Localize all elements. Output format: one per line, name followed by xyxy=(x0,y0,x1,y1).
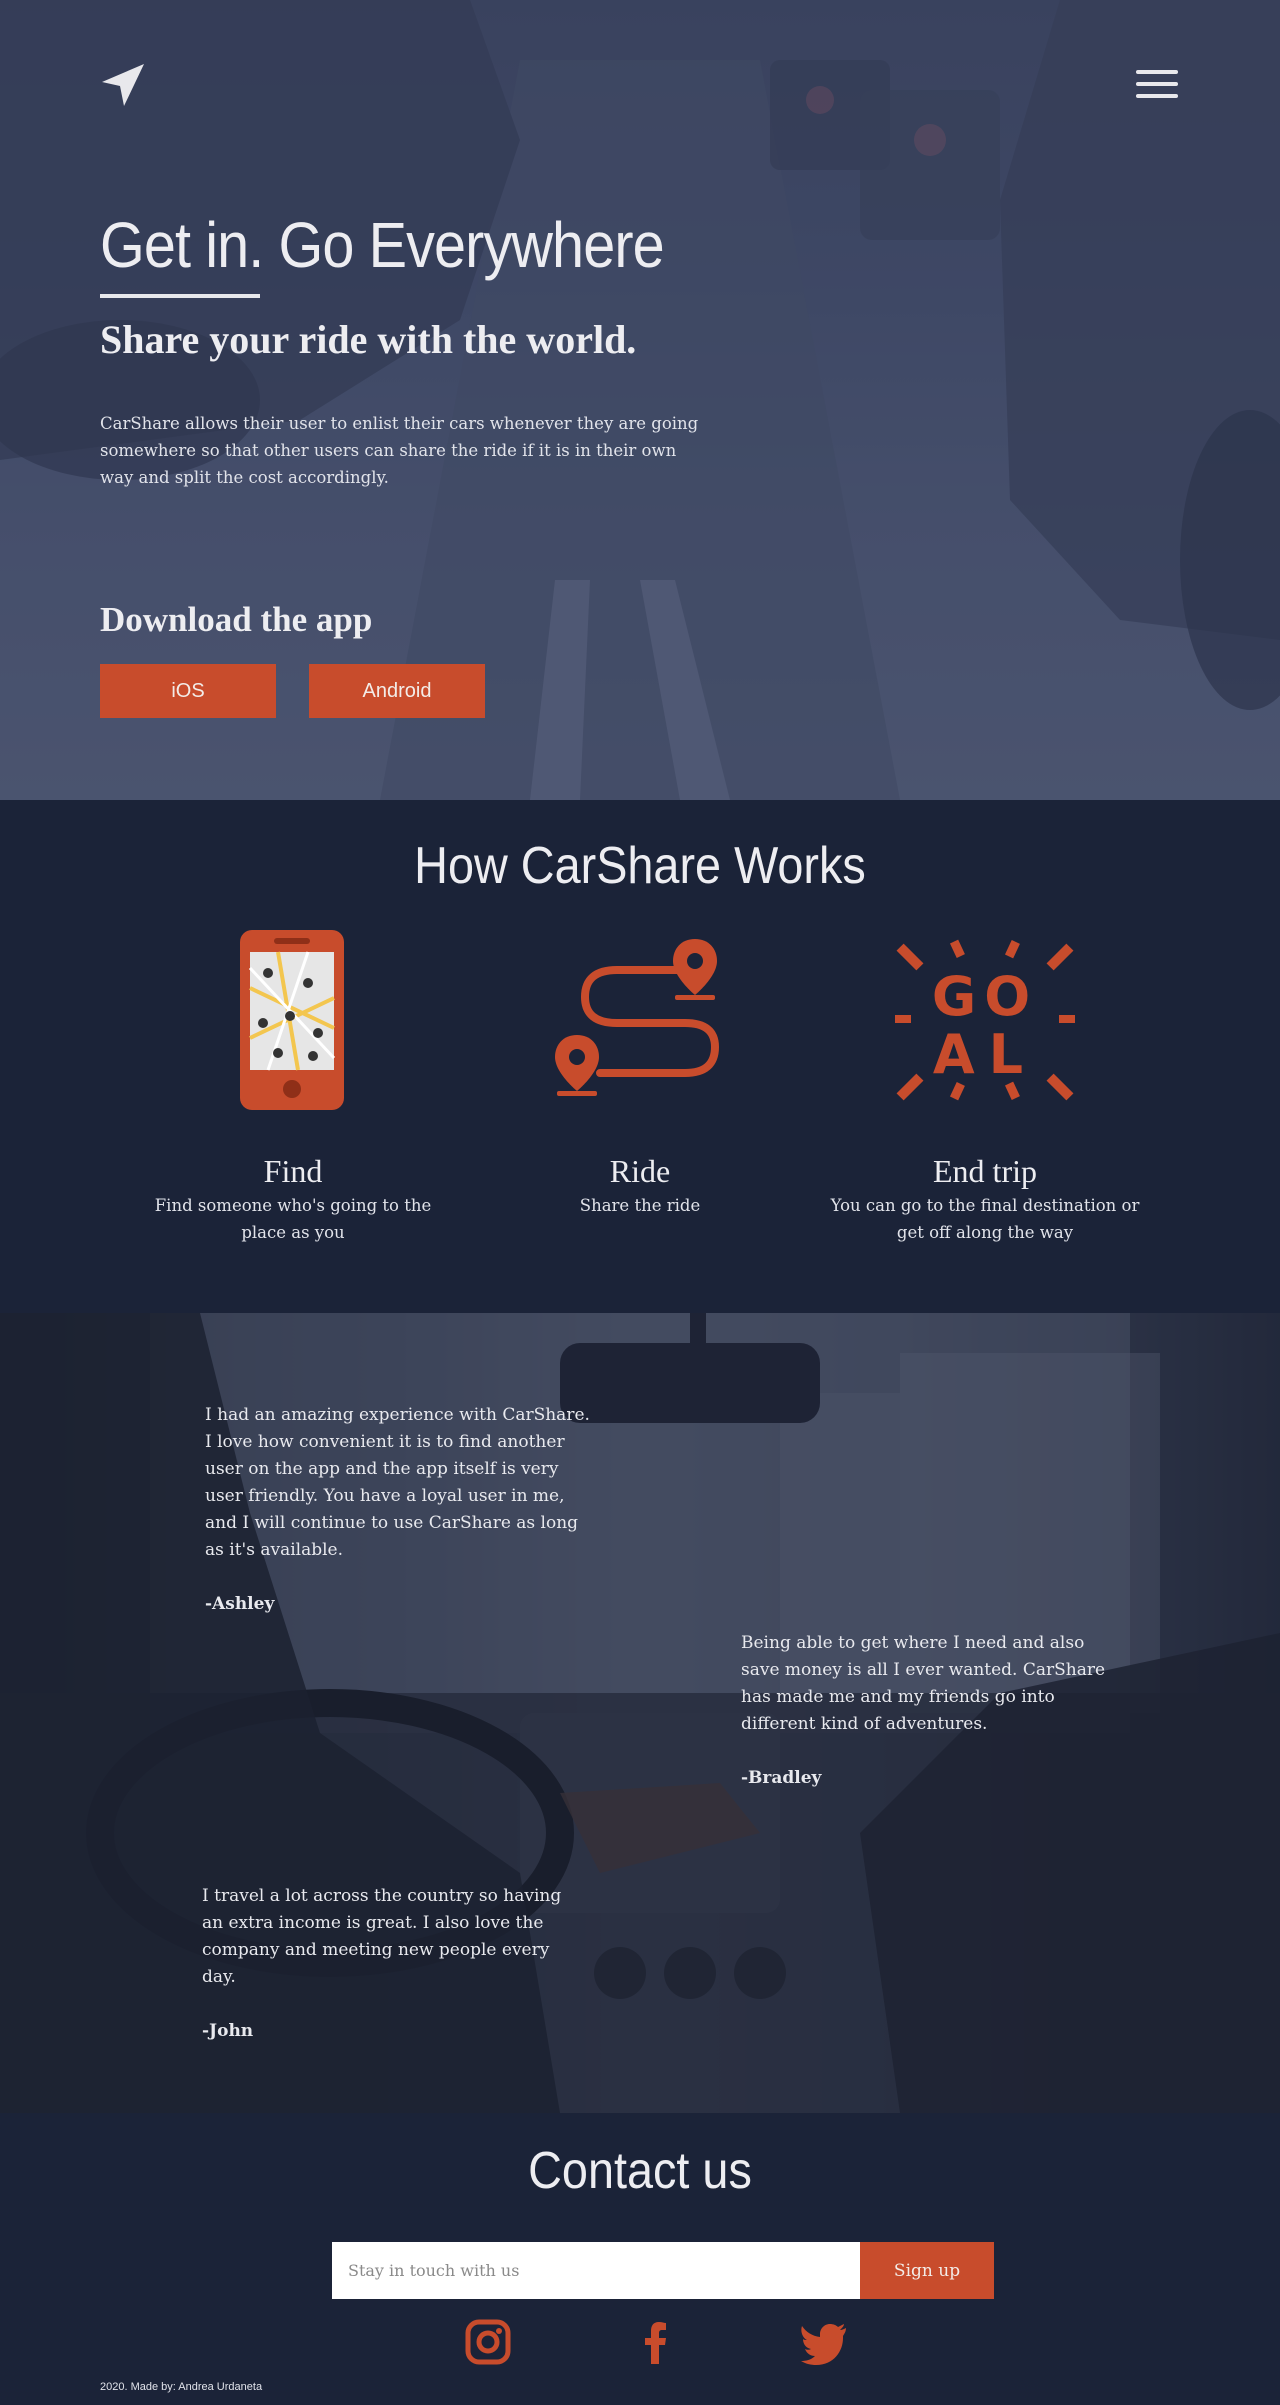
sign-up-button[interactable]: Sign up xyxy=(860,2242,994,2299)
contact-email-input[interactable] xyxy=(332,2242,860,2299)
footer-credit: 2020. Made by: Andrea Urdaneta xyxy=(100,2381,263,2393)
twitter-icon[interactable] xyxy=(800,2318,848,2366)
step-ride: Ride Share the ride xyxy=(480,925,800,1219)
hero-title-underline xyxy=(100,294,260,298)
testimonial-ashley: I had an amazing experience with CarShar… xyxy=(205,1402,595,1618)
testimonial-text: Being able to get where I need and also … xyxy=(741,1633,1106,1734)
hero-subtitle: Share your ride with the world. xyxy=(100,317,637,362)
testimonial-john: I travel a lot across the country so hav… xyxy=(202,1883,582,2045)
android-download-button[interactable]: Android xyxy=(309,664,485,718)
testimonial-text: I had an amazing experience with CarShar… xyxy=(205,1405,590,1560)
contact-title: Contact us xyxy=(528,2142,752,2200)
route-pins-icon xyxy=(480,925,800,1115)
how-it-works-title: How CarShare Works xyxy=(414,837,866,895)
step-end-trip-title: End trip xyxy=(933,1153,1037,1189)
testimonial-author: -Bradley xyxy=(741,1768,822,1788)
testimonial-text: I travel a lot across the country so hav… xyxy=(202,1886,562,1987)
svg-text:GO: GO xyxy=(932,965,1038,1028)
step-end-trip-description: You can go to the final destination or g… xyxy=(830,1196,1140,1242)
contact-form: Sign up xyxy=(332,2242,994,2299)
step-end-trip: GO AL End trip You can go to the final d… xyxy=(825,925,1145,1246)
step-ride-title: Ride xyxy=(609,1153,671,1189)
ios-download-button[interactable]: iOS xyxy=(100,664,276,718)
step-ride-description: Share the ride xyxy=(579,1196,701,1215)
navigation-arrow-icon[interactable] xyxy=(100,62,146,108)
testimonial-author: -Ashley xyxy=(205,1594,275,1614)
how-it-works-section: How CarShare Works Find Find someone who… xyxy=(0,800,1280,1313)
hero-description: CarShare allows their user to enlist the… xyxy=(100,414,699,487)
hamburger-menu-icon[interactable] xyxy=(1136,70,1178,100)
svg-text:AL: AL xyxy=(933,1023,1037,1086)
contact-section: Contact us Sign up 2020. Made by: Andrea… xyxy=(0,2113,1280,2405)
download-app-heading: Download the app xyxy=(100,600,373,639)
phone-map-icon xyxy=(133,925,453,1115)
facebook-icon[interactable] xyxy=(632,2318,680,2366)
testimonials-section: I had an amazing experience with CarShar… xyxy=(0,1313,1280,2113)
testimonial-author: -John xyxy=(202,2021,254,2041)
goal-icon: GO AL xyxy=(825,925,1145,1115)
hero-section: Get in. Go Everywhere Share your ride wi… xyxy=(0,0,1280,800)
step-find-description: Find someone who's going to the place as… xyxy=(154,1196,432,1242)
instagram-icon[interactable] xyxy=(464,2318,512,2366)
step-find: Find Find someone who's going to the pla… xyxy=(133,925,453,1246)
step-find-title: Find xyxy=(263,1153,323,1189)
testimonial-bradley: Being able to get where I need and also … xyxy=(741,1630,1121,1792)
hero-title: Get in. Go Everywhere xyxy=(100,209,665,281)
